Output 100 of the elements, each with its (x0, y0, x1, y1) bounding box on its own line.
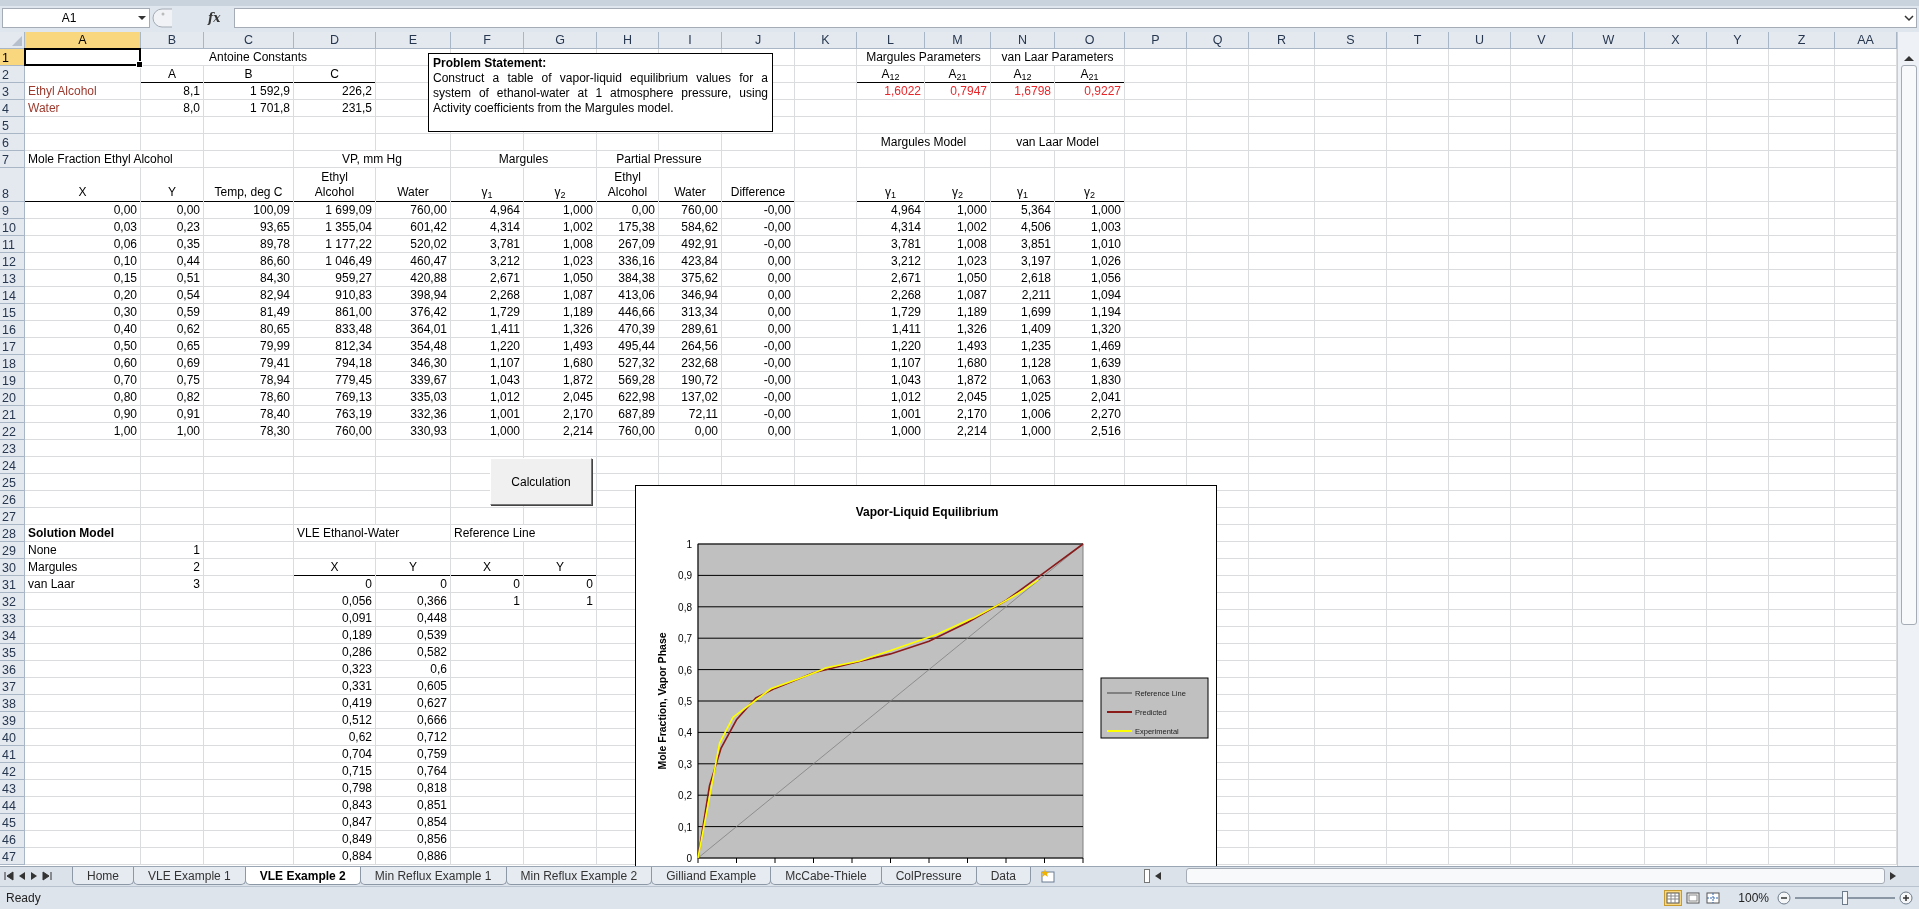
previous-sheet-icon[interactable] (18, 871, 26, 881)
row-heading[interactable]: 39 (0, 712, 25, 729)
row-heading[interactable]: 11 (0, 236, 25, 253)
row-heading[interactable]: 34 (0, 627, 25, 644)
row-heading[interactable]: 29 (0, 542, 25, 559)
row-heading[interactable]: 14 (0, 287, 25, 304)
formula-input[interactable] (234, 8, 1917, 28)
scrollbar-thumb[interactable] (1186, 868, 1885, 884)
row-heading[interactable]: 15 (0, 304, 25, 321)
expand-caret-icon[interactable] (1902, 13, 1916, 23)
column-heading[interactable]: N (991, 32, 1055, 49)
zoom-out-icon[interactable] (1777, 891, 1791, 905)
sheet-tab[interactable]: VLE Example 2 (244, 867, 361, 885)
column-heading[interactable]: O (1055, 32, 1125, 49)
column-heading[interactable]: Z (1769, 32, 1835, 49)
column-heading[interactable]: J (722, 32, 795, 49)
sheet-tab[interactable]: Min Reflux Example 2 (505, 867, 653, 885)
row-heading[interactable]: 46 (0, 831, 25, 848)
row-heading[interactable]: 13 (0, 270, 25, 287)
row-heading[interactable]: 17 (0, 338, 25, 355)
row-heading[interactable]: 38 (0, 695, 25, 712)
row-heading[interactable]: 33 (0, 610, 25, 627)
view-button[interactable] (1684, 890, 1703, 906)
selected-cell[interactable] (24, 48, 141, 66)
column-heading[interactable]: K (795, 32, 857, 49)
row-heading[interactable]: 32 (0, 593, 25, 610)
first-sheet-icon[interactable] (4, 871, 14, 881)
column-heading[interactable]: P (1125, 32, 1187, 49)
row-heading[interactable]: 3 (0, 83, 25, 100)
sheet-tab[interactable]: Min Reflux Example 1 (359, 867, 507, 885)
scroll-left-icon[interactable] (1154, 871, 1162, 881)
scroll-right-icon[interactable] (1889, 871, 1897, 881)
column-heading[interactable]: V (1511, 32, 1573, 49)
row-heading[interactable]: 28 (0, 525, 25, 542)
row-heading[interactable]: 27 (0, 508, 25, 525)
row-heading[interactable]: 37 (0, 678, 25, 695)
row-heading[interactable]: 18 (0, 355, 25, 372)
row-heading[interactable]: 10 (0, 219, 25, 236)
scroll-up-icon[interactable] (1902, 54, 1915, 62)
sheet-tab[interactable]: Data (975, 867, 1032, 885)
column-heading[interactable]: E (376, 32, 451, 49)
row-heading[interactable]: 23 (0, 440, 25, 457)
row-heading[interactable]: 47 (0, 848, 25, 865)
column-heading[interactable]: U (1449, 32, 1511, 49)
splitter-handle-icon[interactable] (1144, 869, 1150, 883)
column-heading[interactable]: T (1387, 32, 1449, 49)
row-heading[interactable]: 30 (0, 559, 25, 576)
view-button[interactable] (1664, 890, 1683, 906)
row-heading[interactable]: 41 (0, 746, 25, 763)
splitter-handle-icon[interactable] (152, 8, 174, 28)
view-button[interactable] (1704, 890, 1723, 906)
row-heading[interactable]: 19 (0, 372, 25, 389)
zoom-in-icon[interactable] (1899, 891, 1913, 905)
scrollbar-thumb[interactable] (1900, 65, 1917, 625)
zoom-slider[interactable] (1795, 891, 1895, 905)
column-heading[interactable]: AA (1835, 32, 1897, 49)
row-heading[interactable]: 20 (0, 389, 25, 406)
last-sheet-icon[interactable] (42, 871, 52, 881)
row-heading[interactable]: 7 (0, 151, 25, 168)
row-heading[interactable]: 1 (0, 49, 25, 66)
column-heading[interactable]: M (925, 32, 991, 49)
column-heading[interactable]: D (294, 32, 376, 49)
row-heading[interactable]: 8 (0, 168, 25, 202)
row-heading[interactable]: 9 (0, 202, 25, 219)
row-heading[interactable]: 36 (0, 661, 25, 678)
zoom-level[interactable]: 100% (1738, 891, 1769, 905)
next-sheet-icon[interactable] (30, 871, 38, 881)
row-heading[interactable]: 44 (0, 797, 25, 814)
column-heading[interactable]: F (451, 32, 524, 49)
column-heading[interactable]: R (1249, 32, 1315, 49)
sheet-tab[interactable]: VLE Example 1 (133, 867, 246, 885)
row-heading[interactable]: 12 (0, 253, 25, 270)
sheet-tab[interactable]: Gilliand Example (651, 867, 772, 885)
sheet-tab[interactable]: ColPressure (880, 867, 977, 885)
row-heading[interactable]: 42 (0, 763, 25, 780)
row-heading[interactable]: 43 (0, 780, 25, 797)
sheet-tab[interactable]: McCabe-Thiele (770, 867, 882, 885)
calculation-button[interactable]: Calculation (490, 458, 592, 505)
column-heading[interactable]: H (597, 32, 659, 49)
column-heading[interactable]: X (1645, 32, 1707, 49)
row-heading[interactable]: 6 (0, 134, 25, 151)
row-heading[interactable]: 26 (0, 491, 25, 508)
row-heading[interactable]: 16 (0, 321, 25, 338)
slider-thumb[interactable] (1842, 891, 1848, 905)
column-heading[interactable]: W (1573, 32, 1645, 49)
name-box[interactable]: A1 (2, 8, 150, 28)
sheet-tab[interactable]: Home (72, 867, 134, 885)
column-heading[interactable]: L (857, 32, 925, 49)
row-heading[interactable]: 22 (0, 423, 25, 440)
column-heading[interactable]: B (141, 32, 204, 49)
row-heading[interactable]: 24 (0, 457, 25, 474)
column-heading[interactable]: G (524, 32, 597, 49)
row-heading[interactable]: 25 (0, 474, 25, 491)
row-heading[interactable]: 31 (0, 576, 25, 593)
row-heading[interactable]: 5 (0, 117, 25, 134)
row-heading[interactable]: 35 (0, 644, 25, 661)
row-heading[interactable]: 40 (0, 729, 25, 746)
row-heading[interactable]: 45 (0, 814, 25, 831)
column-heading[interactable]: C (204, 32, 294, 49)
column-heading[interactable]: I (659, 32, 722, 49)
